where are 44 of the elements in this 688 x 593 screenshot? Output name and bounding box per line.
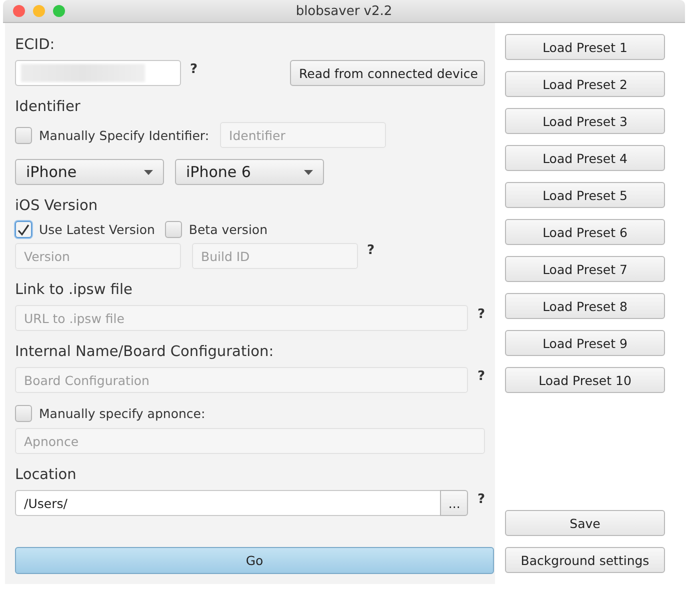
window-title: blobsaver v2.2 bbox=[296, 4, 392, 18]
section-label: Internal Name/Board Configuration: bbox=[15, 344, 274, 360]
background-settings-button[interactable]: Background settings bbox=[505, 547, 665, 573]
checkbox[interactable] bbox=[164, 221, 182, 238]
caret-icon bbox=[144, 170, 153, 174]
location-field[interactable]: /Users/ bbox=[15, 490, 442, 516]
caret-icon bbox=[304, 170, 313, 174]
close-icon[interactable] bbox=[13, 5, 25, 17]
load-preset-button[interactable]: Load Preset 8 bbox=[505, 293, 665, 319]
section-label: Location bbox=[15, 467, 76, 483]
device-type-dropdown[interactable]: iPhone bbox=[15, 159, 164, 185]
load-preset-button[interactable]: Load Preset 2 bbox=[505, 71, 665, 97]
help-mark[interactable]: ? bbox=[477, 307, 485, 322]
checkbox[interactable] bbox=[15, 221, 32, 238]
load-preset-button[interactable]: Load Preset 4 bbox=[505, 145, 665, 171]
checkbox-label: Manually Specify Identifier: bbox=[39, 128, 210, 142]
section-label: iOS Version bbox=[15, 198, 98, 214]
read-device-button[interactable]: Read from connected device bbox=[290, 60, 485, 86]
checkbox[interactable] bbox=[15, 126, 32, 144]
browse-button[interactable]: ... bbox=[440, 490, 468, 516]
load-preset-button[interactable]: Load Preset 7 bbox=[505, 256, 665, 282]
section-label: Identifier bbox=[15, 99, 80, 115]
load-preset-button[interactable]: Load Preset 6 bbox=[505, 219, 665, 245]
load-preset-button[interactable]: Load Preset 3 bbox=[505, 108, 665, 134]
minimize-icon[interactable] bbox=[33, 5, 45, 17]
help-mark[interactable]: ? bbox=[367, 243, 375, 258]
save-button[interactable]: Save bbox=[505, 510, 665, 536]
checkbox[interactable] bbox=[15, 405, 32, 422]
load-preset-button[interactable]: Load Preset 1 bbox=[505, 34, 665, 60]
ecid-label: ECID: bbox=[15, 37, 55, 53]
help-mark[interactable]: ? bbox=[477, 492, 485, 507]
checkbox-label: Manually specify apnonce: bbox=[39, 406, 206, 421]
ecid-field[interactable] bbox=[15, 60, 181, 86]
load-preset-button[interactable]: Load Preset 10 bbox=[505, 367, 665, 393]
checkbox-label: Beta version bbox=[188, 222, 268, 237]
load-preset-button[interactable]: Load Preset 9 bbox=[505, 330, 665, 356]
go-button[interactable]: Go bbox=[15, 547, 494, 574]
device-model-dropdown[interactable]: iPhone 6 bbox=[175, 159, 324, 185]
load-preset-button[interactable]: Load Preset 5 bbox=[505, 182, 665, 208]
help-mark[interactable]: ? bbox=[477, 369, 485, 384]
checkbox-label: Use Latest Version bbox=[39, 222, 155, 237]
maximize-icon[interactable] bbox=[53, 5, 65, 17]
section-label: Link to .ipsw file bbox=[15, 282, 132, 298]
help-mark[interactable]: ? bbox=[190, 62, 198, 77]
